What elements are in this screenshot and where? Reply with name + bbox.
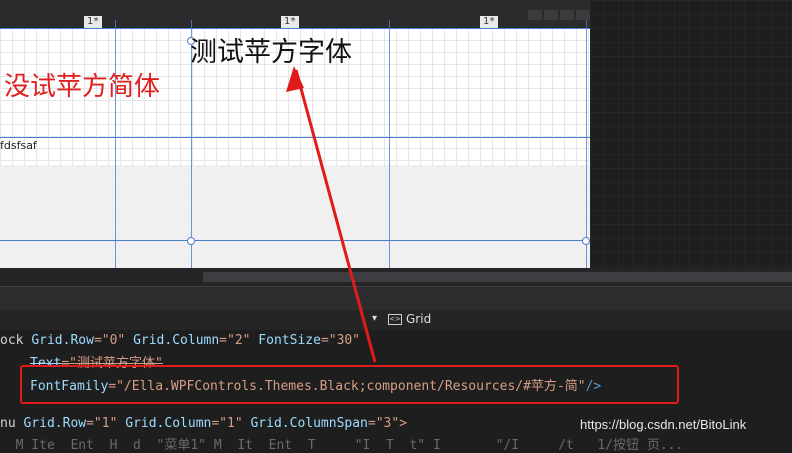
tool-icon[interactable] [544,10,558,20]
grid-row-line [0,240,590,241]
pane-splitter[interactable] [0,286,792,311]
grid-column-line [586,20,587,268]
xaml-designer-canvas[interactable]: 1* 1* 1* 测试苹方字体 没试苹方简体 fdsfsaf [0,0,590,268]
scrollbar-thumb[interactable] [203,272,792,282]
column-marker-3[interactable]: 1* [480,16,499,28]
column-ruler: 1* 1* 1* [0,0,590,28]
grid-column-line [115,20,116,268]
grid-element-icon: <> [388,313,402,325]
tool-icon[interactable] [528,10,542,20]
column-marker-2[interactable]: 1* [281,16,300,28]
chevron-down-icon[interactable]: ▾ [372,313,377,324]
grid-row-highlight [0,165,590,268]
grid-column-line [389,20,390,268]
annotation-highlight-box [20,365,679,404]
designer-textblock-red[interactable]: 没试苹方简体 [4,66,160,103]
watermark-text: https://blog.csdn.net/BitoLink [580,417,747,432]
grid-row-line [0,28,590,29]
breadcrumb-label: Grid [406,312,432,326]
designer-textblock-small[interactable]: fdsfsaf [0,139,37,152]
column-marker-1[interactable]: 1* [84,16,103,28]
resize-handle[interactable] [187,237,195,245]
code-line-4: nu Grid.Row="1" Grid.Column="1" Grid.Col… [0,416,408,431]
tool-icon[interactable] [576,10,590,20]
designer-toolbar [528,10,590,20]
tool-icon[interactable] [560,10,574,20]
designer-textblock-title[interactable]: 测试苹方字体 [190,30,352,69]
horizontal-scrollbar[interactable] [0,268,792,286]
resize-handle[interactable] [582,237,590,245]
xaml-breadcrumb-bar: ▾ <> Grid [0,310,792,331]
code-line-1: ock Grid.Row="0" Grid.Column="2" FontSiz… [0,333,361,348]
designer-background [590,0,792,268]
grid-row-line [0,137,590,138]
element-breadcrumb-grid[interactable]: <> Grid [388,312,431,326]
